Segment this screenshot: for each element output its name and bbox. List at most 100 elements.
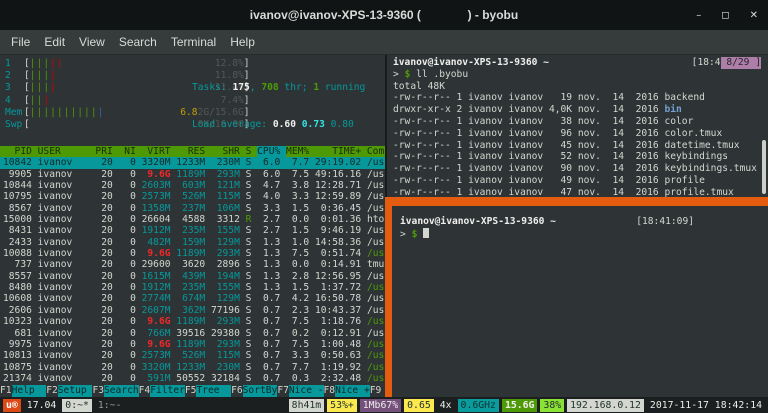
load-average-line: Load average: 0.60 0.73 0.80: [192, 119, 365, 131]
htop-process-rows: 10842 ivanov 20 0 3320M 1233M 230M S 6.0…: [0, 157, 385, 384]
minimize-icon[interactable]: –: [696, 10, 701, 21]
pane-indicator-badge: 8/29 ]: [721, 57, 761, 69]
sort-column-cpu: CPU%: [257, 146, 286, 157]
file-row: drwxr-xr-x 2 ivanov ivanov 4,0K nov. 14 …: [393, 104, 768, 116]
status-segment: 17.04: [24, 399, 60, 412]
fkey-label[interactable]: Tree: [196, 385, 231, 397]
fkey-label[interactable]: Nice -: [289, 385, 324, 397]
htop-table-header[interactable]: PID USER PRI NI VIRT RES SHR S CPU% MEM%…: [0, 146, 385, 157]
window-title: ivanov@ivanov-XPS-13-9360 ( ) - byobu: [250, 8, 518, 22]
file-row: -rw-r--r-- 1 ivanov ivanov 45 nov. 14 20…: [393, 140, 768, 152]
fkey-f8[interactable]: F8: [324, 385, 336, 397]
file-row: -rw-r--r-- 1 ivanov ivanov 96 nov. 14 20…: [393, 128, 768, 140]
process-row[interactable]: 10088 ivanov 20 0 9.6G 1189M 293M S 1.3 …: [0, 248, 385, 259]
status-segment: 0:~*: [62, 399, 92, 412]
menu-help[interactable]: Help: [223, 35, 262, 49]
htop-function-keys: F1Help F2Setup F3SearchF4FilterF5Tree F6…: [0, 385, 385, 397]
process-row[interactable]: 10608 ivanov 20 0 2774M 674M 129M S 0.7 …: [0, 293, 385, 304]
file-listing: -rw-r--r-- 1 ivanov ivanov 19 nov. 14 20…: [393, 92, 768, 197]
status-segment: 1Mb67%: [360, 399, 401, 412]
prompt-time: [18:41:09]: [636, 216, 694, 228]
menu-terminal[interactable]: Terminal: [164, 35, 223, 49]
status-segment: 4x: [437, 399, 455, 412]
shell-pane-bottom-active[interactable]: ivanov@ivanov-XPS-13-9360 ~ [18:41:09] >…: [385, 197, 768, 397]
prompt-header-top: ivanov@ivanov-XPS-13-9360 ~ [18:4 8/29 ]: [393, 57, 761, 69]
byobu-status-bar: u®17.040:~*1:~- 8h41m53%+1Mb67%0.654x0.6…: [0, 397, 768, 413]
prompt-header-bottom: ivanov@ivanov-XPS-13-9360 ~ [18:41:09]: [400, 216, 730, 228]
terminal-area: 1[|||||12.8%]2[||||11.8%]3[||||11.4%]4[|…: [0, 55, 768, 397]
status-segment: 0.65: [404, 399, 434, 412]
total-line: total 48K: [393, 81, 768, 93]
file-row: -rw-r--r-- 1 ivanov ivanov 19 nov. 14 20…: [393, 92, 768, 104]
status-segment: 192.168.0.12: [567, 399, 644, 412]
process-row[interactable]: 8567 ivanov 20 0 1358M 237M 106M S 3.3 1…: [0, 203, 385, 214]
htop-process-table: PID USER PRI NI VIRT RES SHR S CPU% MEM%…: [0, 146, 385, 384]
fkey-f7[interactable]: F7: [277, 385, 289, 397]
status-segment: u®: [3, 399, 21, 412]
file-row: -rw-r--r-- 1 ivanov ivanov 90 nov. 14 20…: [393, 163, 768, 175]
command-line: > $ ll .byobu: [393, 69, 768, 81]
status-segment: 2017-11-17 18:42:14: [647, 399, 765, 412]
process-row[interactable]: 21374 ivanov 20 0 591M 50552 32184 S 0.7…: [0, 373, 385, 384]
fkey-label[interactable]: Setup: [58, 385, 93, 397]
fkey-label[interactable]: Search: [104, 385, 139, 397]
titlebar: ivanov@ivanov-XPS-13-9360 ( ) - byobu – …: [0, 0, 768, 30]
maximize-icon[interactable]: ◻: [721, 10, 729, 21]
process-row[interactable]: 10844 ivanov 20 0 2603M 603M 121M S 4.7 …: [0, 180, 385, 191]
fkey-f5[interactable]: F5: [185, 385, 197, 397]
fkey-f3[interactable]: F3: [92, 385, 104, 397]
htop-pane[interactable]: 1[|||||12.8%]2[||||11.8%]3[||||11.4%]4[|…: [0, 55, 385, 397]
status-segment: 0.6GHz: [458, 399, 499, 412]
process-row[interactable]: 15000 ivanov 20 0 26604 4588 3312 R 2.7 …: [0, 214, 385, 225]
menu-file[interactable]: File: [4, 35, 37, 49]
status-segment: 8h41m: [289, 399, 325, 412]
fkey-f2[interactable]: F2: [46, 385, 58, 397]
process-row[interactable]: 9905 ivanov 20 0 9.6G 1189M 293M S 6.0 7…: [0, 169, 385, 180]
process-row[interactable]: 10813 ivanov 20 0 2573M 526M 115M S 0.7 …: [0, 350, 385, 361]
status-segment: 1:~-: [95, 399, 125, 412]
fkey-f9[interactable]: F9: [370, 385, 382, 397]
fkey-f6[interactable]: F6: [231, 385, 243, 397]
shell-prompt[interactable]: > $: [400, 228, 768, 241]
process-row[interactable]: 737 ivanov 20 0 29600 3620 2896 S 1.3 0.…: [0, 259, 385, 270]
status-segment: 53%+: [327, 399, 357, 412]
fkey-f1[interactable]: F1: [0, 385, 12, 397]
process-row[interactable]: 10323 ivanov 20 0 9.6G 1189M 293M S 0.7 …: [0, 316, 385, 327]
file-row: -rw-r--r-- 1 ivanov ivanov 49 nov. 14 20…: [393, 175, 768, 187]
menu-edit[interactable]: Edit: [37, 35, 72, 49]
fkey-label[interactable]: Nice +: [335, 385, 370, 397]
file-row: -rw-r--r-- 1 ivanov ivanov 47 nov. 14 20…: [393, 187, 768, 197]
prompt-host: ivanov@ivanov-XPS-13-9360 ~: [393, 57, 549, 69]
prompt-host: ivanov@ivanov-XPS-13-9360 ~: [400, 216, 556, 228]
process-row[interactable]: 8557 ivanov 20 0 1615M 439M 194M S 1.3 2…: [0, 271, 385, 282]
file-row: -rw-r--r-- 1 ivanov ivanov 52 nov. 14 20…: [393, 151, 768, 163]
menu-view[interactable]: View: [72, 35, 112, 49]
process-row[interactable]: 10875 ivanov 20 0 3320M 1233M 230M S 0.7…: [0, 362, 385, 373]
scrollbar-thumb[interactable]: [762, 140, 766, 194]
fkey-label[interactable]: Help: [12, 385, 47, 397]
file-row: -rw-r--r-- 1 ivanov ivanov 38 nov. 14 20…: [393, 116, 768, 128]
terminal-window: ivanov@ivanov-XPS-13-9360 ( ) - byobu – …: [0, 0, 768, 413]
process-row[interactable]: 2433 ivanov 20 0 482M 159M 129M S 1.3 1.…: [0, 237, 385, 248]
close-icon[interactable]: ✕: [750, 10, 758, 21]
process-row[interactable]: 8431 ivanov 20 0 1912M 235M 155M S 2.7 1…: [0, 225, 385, 236]
status-left-segments: u®17.040:~*1:~-: [3, 399, 124, 412]
menubar: File Edit View Search Terminal Help: [0, 30, 768, 55]
tasks-line: Tasks: 175, 708 thr; 1 running: [192, 82, 365, 94]
fkey-label[interactable]: SortBy: [243, 385, 278, 397]
process-row[interactable]: 8480 ivanov 20 0 1912M 235M 155M S 1.3 1…: [0, 282, 385, 293]
prompt-time-partial: [18:4: [692, 57, 721, 69]
fkey-label[interactable]: Filter: [150, 385, 185, 397]
menu-search[interactable]: Search: [112, 35, 164, 49]
fkey-f4[interactable]: F4: [139, 385, 151, 397]
process-row[interactable]: 10842 ivanov 20 0 3320M 1233M 230M S 6.0…: [0, 157, 385, 168]
process-row[interactable]: 2606 ivanov 20 0 2607M 362M 77196 S 0.7 …: [0, 305, 385, 316]
process-row[interactable]: 9975 ivanov 20 0 9.6G 1189M 293M S 0.7 7…: [0, 339, 385, 350]
text-cursor: [423, 228, 429, 238]
shell-pane-top[interactable]: ivanov@ivanov-XPS-13-9360 ~ [18:4 8/29 ]…: [385, 55, 768, 197]
status-segment: 38%: [540, 399, 564, 412]
window-controls: – ◻ ✕: [696, 0, 758, 30]
process-row[interactable]: 681 ivanov 20 0 766M 39516 29380 S 0.7 0…: [0, 328, 385, 339]
process-row[interactable]: 10795 ivanov 20 0 2573M 526M 115M S 4.0 …: [0, 191, 385, 202]
status-segment: 15.6G: [502, 399, 538, 412]
